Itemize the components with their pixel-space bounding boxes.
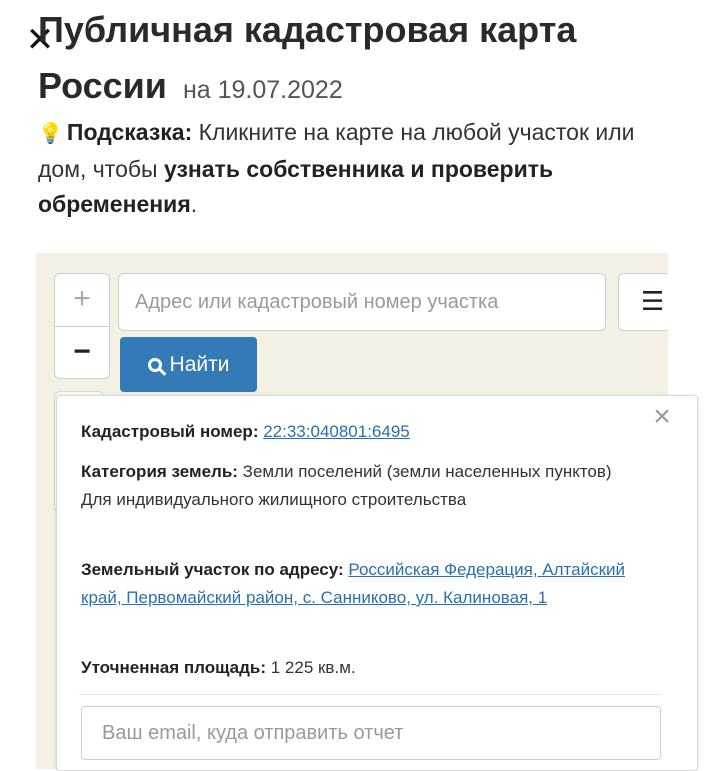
menu-button[interactable]: ☰ <box>618 273 668 331</box>
land-category-value: Земли поселений (земли населенных пункто… <box>242 462 612 481</box>
email-input[interactable] <box>81 706 661 760</box>
zoom-out-button[interactable]: − <box>55 327 109 379</box>
zoom-in-button[interactable]: + <box>55 274 109 327</box>
zoom-control: + − <box>54 273 110 379</box>
find-button[interactable]: Найти <box>120 337 257 392</box>
divider <box>79 694 661 695</box>
land-use-value: Для индивидуального жилищного строительс… <box>81 490 467 509</box>
search-icon <box>147 358 162 372</box>
area-field: Уточненная площадь: 1 225 кв.м. <box>81 654 651 682</box>
page-title: Публичная кадастровая карта России на 19… <box>38 2 698 118</box>
cadastral-number-label: Кадастровый номер: <box>81 422 259 441</box>
area-value: 1 225 кв.м. <box>270 658 356 677</box>
land-category-label: Категория земель: <box>81 462 238 481</box>
find-button-label: Найти <box>169 353 230 376</box>
search-input[interactable] <box>118 273 606 331</box>
hint-block: 💡 Подсказка: Кликните на карте на любой у… <box>38 115 678 222</box>
address-label: Земельный участок по адресу: <box>81 560 344 579</box>
cadastral-number-field: Кадастровый номер: 22:33:040801:6495 <box>81 418 651 446</box>
page-title-date: на 19.07.2022 <box>182 76 343 104</box>
land-category-field: Категория земель: Земли поселений (земли… <box>81 458 651 514</box>
popup-close-icon[interactable]: × <box>647 402 677 432</box>
hint-end: . <box>190 191 198 217</box>
lightbulb-icon: 💡 <box>38 123 63 145</box>
hamburger-icon: ☰ <box>641 286 665 316</box>
address-field: Земельный участок по адресу: Российская … <box>81 556 651 612</box>
parcel-info-popup: × Кадастровый номер: 22:33:040801:6495 К… <box>56 395 698 771</box>
area-label: Уточненная площадь: <box>81 658 266 677</box>
cadastral-number-link[interactable]: 22:33:040801:6495 <box>263 422 410 441</box>
hint-label: Подсказка: <box>66 119 193 145</box>
